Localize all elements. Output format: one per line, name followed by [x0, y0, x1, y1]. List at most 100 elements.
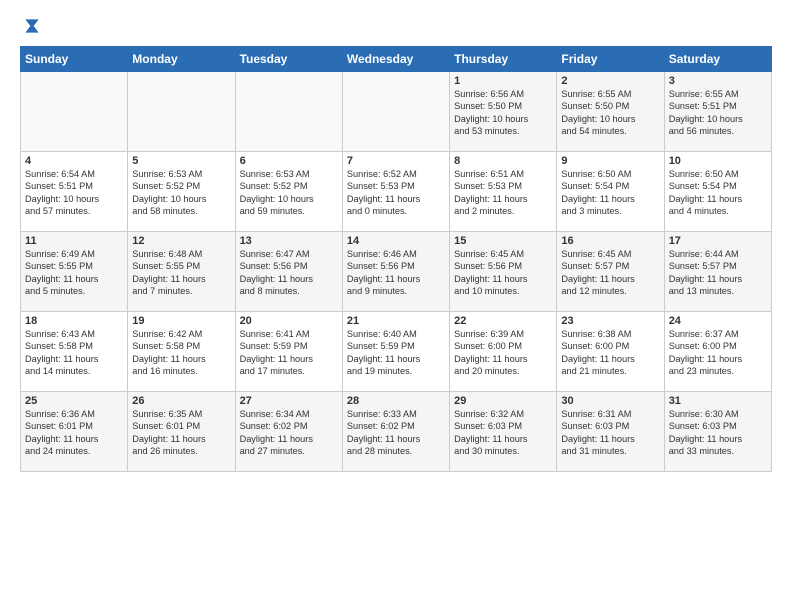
day-number: 28 — [347, 395, 445, 407]
day-number: 20 — [240, 315, 338, 327]
day-number: 22 — [454, 315, 552, 327]
cell-info: Sunrise: 6:43 AM Sunset: 5:58 PM Dayligh… — [25, 328, 123, 378]
day-number: 15 — [454, 235, 552, 247]
calendar-table: SundayMondayTuesdayWednesdayThursdayFrid… — [20, 46, 772, 472]
calendar-cell: 8Sunrise: 6:51 AM Sunset: 5:53 PM Daylig… — [450, 152, 557, 232]
cell-info: Sunrise: 6:37 AM Sunset: 6:00 PM Dayligh… — [669, 328, 767, 378]
calendar-cell: 23Sunrise: 6:38 AM Sunset: 6:00 PM Dayli… — [557, 312, 664, 392]
cell-info: Sunrise: 6:49 AM Sunset: 5:55 PM Dayligh… — [25, 248, 123, 298]
cell-info: Sunrise: 6:41 AM Sunset: 5:59 PM Dayligh… — [240, 328, 338, 378]
day-number: 29 — [454, 395, 552, 407]
calendar-cell: 30Sunrise: 6:31 AM Sunset: 6:03 PM Dayli… — [557, 392, 664, 472]
cell-info: Sunrise: 6:30 AM Sunset: 6:03 PM Dayligh… — [669, 408, 767, 458]
day-number: 23 — [561, 315, 659, 327]
day-number: 17 — [669, 235, 767, 247]
cell-info: Sunrise: 6:45 AM Sunset: 5:56 PM Dayligh… — [454, 248, 552, 298]
calendar-cell: 4Sunrise: 6:54 AM Sunset: 5:51 PM Daylig… — [21, 152, 128, 232]
day-header-saturday: Saturday — [664, 47, 771, 72]
header-row: SundayMondayTuesdayWednesdayThursdayFrid… — [21, 47, 772, 72]
calendar-cell: 12Sunrise: 6:48 AM Sunset: 5:55 PM Dayli… — [128, 232, 235, 312]
cell-info: Sunrise: 6:35 AM Sunset: 6:01 PM Dayligh… — [132, 408, 230, 458]
day-number: 19 — [132, 315, 230, 327]
cell-info: Sunrise: 6:40 AM Sunset: 5:59 PM Dayligh… — [347, 328, 445, 378]
calendar-cell: 6Sunrise: 6:53 AM Sunset: 5:52 PM Daylig… — [235, 152, 342, 232]
day-number: 31 — [669, 395, 767, 407]
calendar-cell: 27Sunrise: 6:34 AM Sunset: 6:02 PM Dayli… — [235, 392, 342, 472]
cell-info: Sunrise: 6:34 AM Sunset: 6:02 PM Dayligh… — [240, 408, 338, 458]
day-number: 13 — [240, 235, 338, 247]
calendar-cell: 22Sunrise: 6:39 AM Sunset: 6:00 PM Dayli… — [450, 312, 557, 392]
logo-flag-icon — [22, 16, 42, 36]
calendar-cell: 11Sunrise: 6:49 AM Sunset: 5:55 PM Dayli… — [21, 232, 128, 312]
calendar-cell: 26Sunrise: 6:35 AM Sunset: 6:01 PM Dayli… — [128, 392, 235, 472]
header — [20, 16, 772, 36]
cell-info: Sunrise: 6:51 AM Sunset: 5:53 PM Dayligh… — [454, 168, 552, 218]
page: SundayMondayTuesdayWednesdayThursdayFrid… — [0, 0, 792, 612]
cell-info: Sunrise: 6:53 AM Sunset: 5:52 PM Dayligh… — [240, 168, 338, 218]
day-number: 1 — [454, 75, 552, 87]
cell-info: Sunrise: 6:48 AM Sunset: 5:55 PM Dayligh… — [132, 248, 230, 298]
calendar-cell: 28Sunrise: 6:33 AM Sunset: 6:02 PM Dayli… — [342, 392, 449, 472]
week-row-4: 18Sunrise: 6:43 AM Sunset: 5:58 PM Dayli… — [21, 312, 772, 392]
week-row-1: 1Sunrise: 6:56 AM Sunset: 5:50 PM Daylig… — [21, 72, 772, 152]
day-number: 5 — [132, 155, 230, 167]
cell-info: Sunrise: 6:45 AM Sunset: 5:57 PM Dayligh… — [561, 248, 659, 298]
calendar-cell: 16Sunrise: 6:45 AM Sunset: 5:57 PM Dayli… — [557, 232, 664, 312]
calendar-cell: 24Sunrise: 6:37 AM Sunset: 6:00 PM Dayli… — [664, 312, 771, 392]
day-number: 25 — [25, 395, 123, 407]
day-number: 6 — [240, 155, 338, 167]
calendar-cell: 1Sunrise: 6:56 AM Sunset: 5:50 PM Daylig… — [450, 72, 557, 152]
day-number: 11 — [25, 235, 123, 247]
day-number: 3 — [669, 75, 767, 87]
day-number: 9 — [561, 155, 659, 167]
calendar-cell — [235, 72, 342, 152]
calendar-cell: 5Sunrise: 6:53 AM Sunset: 5:52 PM Daylig… — [128, 152, 235, 232]
day-number: 26 — [132, 395, 230, 407]
day-number: 14 — [347, 235, 445, 247]
cell-info: Sunrise: 6:32 AM Sunset: 6:03 PM Dayligh… — [454, 408, 552, 458]
calendar-cell: 29Sunrise: 6:32 AM Sunset: 6:03 PM Dayli… — [450, 392, 557, 472]
calendar-cell: 3Sunrise: 6:55 AM Sunset: 5:51 PM Daylig… — [664, 72, 771, 152]
cell-info: Sunrise: 6:54 AM Sunset: 5:51 PM Dayligh… — [25, 168, 123, 218]
day-number: 7 — [347, 155, 445, 167]
day-number: 8 — [454, 155, 552, 167]
calendar-cell: 10Sunrise: 6:50 AM Sunset: 5:54 PM Dayli… — [664, 152, 771, 232]
week-row-3: 11Sunrise: 6:49 AM Sunset: 5:55 PM Dayli… — [21, 232, 772, 312]
calendar-cell: 9Sunrise: 6:50 AM Sunset: 5:54 PM Daylig… — [557, 152, 664, 232]
day-number: 16 — [561, 235, 659, 247]
logo-text — [20, 16, 42, 36]
cell-info: Sunrise: 6:53 AM Sunset: 5:52 PM Dayligh… — [132, 168, 230, 218]
day-number: 27 — [240, 395, 338, 407]
calendar-cell: 25Sunrise: 6:36 AM Sunset: 6:01 PM Dayli… — [21, 392, 128, 472]
day-number: 24 — [669, 315, 767, 327]
day-number: 12 — [132, 235, 230, 247]
day-header-thursday: Thursday — [450, 47, 557, 72]
cell-info: Sunrise: 6:39 AM Sunset: 6:00 PM Dayligh… — [454, 328, 552, 378]
day-number: 21 — [347, 315, 445, 327]
day-number: 4 — [25, 155, 123, 167]
calendar-cell: 13Sunrise: 6:47 AM Sunset: 5:56 PM Dayli… — [235, 232, 342, 312]
day-number: 30 — [561, 395, 659, 407]
calendar-cell — [128, 72, 235, 152]
day-header-tuesday: Tuesday — [235, 47, 342, 72]
cell-info: Sunrise: 6:55 AM Sunset: 5:51 PM Dayligh… — [669, 88, 767, 138]
cell-info: Sunrise: 6:50 AM Sunset: 5:54 PM Dayligh… — [561, 168, 659, 218]
logo — [20, 16, 42, 36]
cell-info: Sunrise: 6:47 AM Sunset: 5:56 PM Dayligh… — [240, 248, 338, 298]
week-row-2: 4Sunrise: 6:54 AM Sunset: 5:51 PM Daylig… — [21, 152, 772, 232]
calendar-cell: 2Sunrise: 6:55 AM Sunset: 5:50 PM Daylig… — [557, 72, 664, 152]
calendar-cell: 14Sunrise: 6:46 AM Sunset: 5:56 PM Dayli… — [342, 232, 449, 312]
cell-info: Sunrise: 6:52 AM Sunset: 5:53 PM Dayligh… — [347, 168, 445, 218]
calendar-cell: 21Sunrise: 6:40 AM Sunset: 5:59 PM Dayli… — [342, 312, 449, 392]
day-number: 10 — [669, 155, 767, 167]
cell-info: Sunrise: 6:38 AM Sunset: 6:00 PM Dayligh… — [561, 328, 659, 378]
cell-info: Sunrise: 6:46 AM Sunset: 5:56 PM Dayligh… — [347, 248, 445, 298]
calendar-cell: 20Sunrise: 6:41 AM Sunset: 5:59 PM Dayli… — [235, 312, 342, 392]
week-row-5: 25Sunrise: 6:36 AM Sunset: 6:01 PM Dayli… — [21, 392, 772, 472]
day-number: 18 — [25, 315, 123, 327]
cell-info: Sunrise: 6:50 AM Sunset: 5:54 PM Dayligh… — [669, 168, 767, 218]
calendar-cell: 17Sunrise: 6:44 AM Sunset: 5:57 PM Dayli… — [664, 232, 771, 312]
calendar-cell — [342, 72, 449, 152]
calendar-cell: 15Sunrise: 6:45 AM Sunset: 5:56 PM Dayli… — [450, 232, 557, 312]
calendar-cell: 18Sunrise: 6:43 AM Sunset: 5:58 PM Dayli… — [21, 312, 128, 392]
